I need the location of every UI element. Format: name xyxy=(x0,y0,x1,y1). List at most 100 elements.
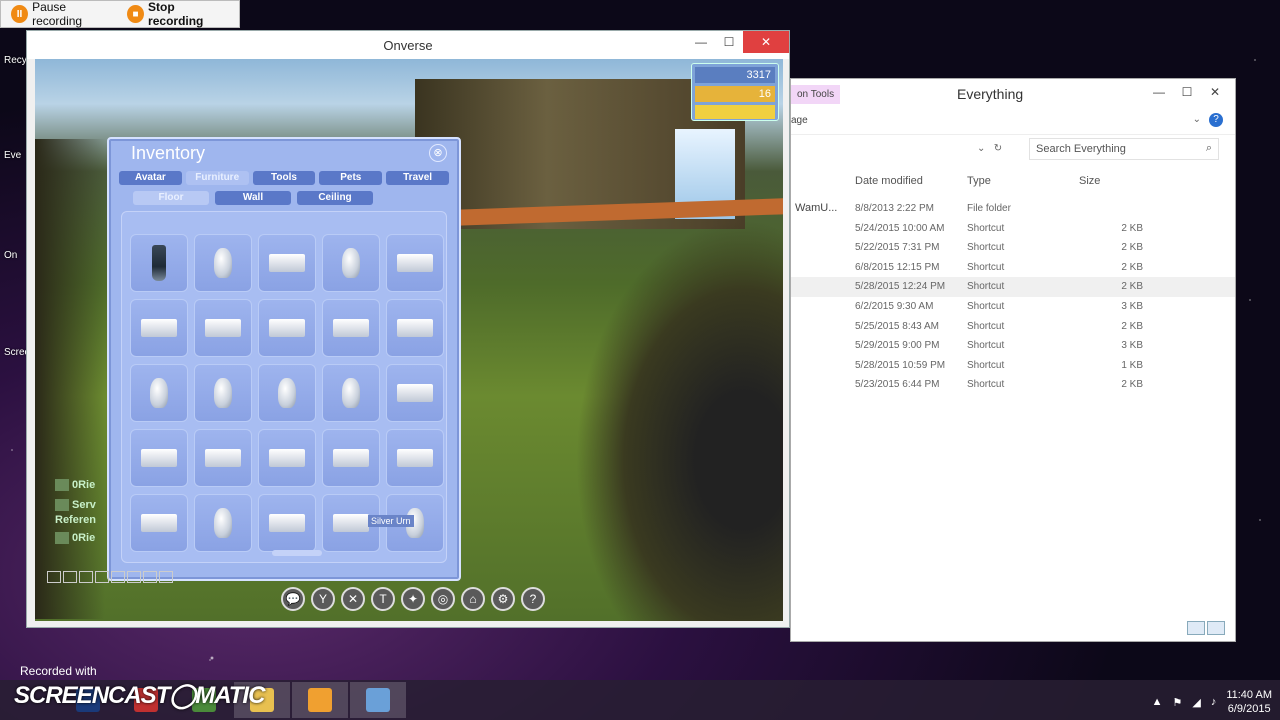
onverse-app[interactable] xyxy=(292,682,348,718)
tool-icon[interactable] xyxy=(143,571,157,583)
chevron-down-icon[interactable]: ⌄ xyxy=(1193,114,1201,125)
column-name-header[interactable] xyxy=(791,175,855,193)
dance-icon[interactable]: ✦ xyxy=(401,587,425,611)
inventory-slot[interactable] xyxy=(194,364,252,422)
tool-icon[interactable] xyxy=(63,571,77,583)
tool-icon[interactable] xyxy=(127,571,141,583)
file-row[interactable]: 5/24/2015 10:00 AM Shortcut 2 KB xyxy=(791,219,1235,239)
maximize-button[interactable]: ☐ xyxy=(715,31,743,53)
file-row[interactable]: 5/22/2015 7:31 PM Shortcut 2 KB xyxy=(791,238,1235,258)
flag-icon[interactable]: ⚑ xyxy=(1172,696,1182,709)
stop-recording-button[interactable]: ■ Stop recording xyxy=(123,0,233,30)
file-row[interactable]: 5/28/2015 12:24 PM Shortcut 2 KB xyxy=(791,277,1235,297)
chevron-up-icon[interactable]: ▲ xyxy=(1152,696,1163,708)
file-row[interactable]: 5/29/2015 9:00 PM Shortcut 3 KB xyxy=(791,336,1235,356)
inventory-slot[interactable] xyxy=(258,429,316,487)
inventory-slot[interactable] xyxy=(258,234,316,292)
inventory-slot[interactable] xyxy=(386,234,444,292)
context-tab[interactable]: on Tools xyxy=(791,85,841,104)
chat-line[interactable]: 0Rie xyxy=(55,532,95,545)
chat-line[interactable]: Referen xyxy=(55,514,96,526)
crate-icon xyxy=(269,319,305,337)
tab-furniture[interactable]: Furniture xyxy=(185,171,249,185)
chat-line[interactable]: Serv xyxy=(55,499,96,512)
tool-icon[interactable] xyxy=(79,571,93,583)
file-name xyxy=(791,258,855,278)
shirt-icon[interactable]: T xyxy=(371,587,395,611)
game-viewport[interactable]: 3317 16 Inventory ⊗ Avatar Furniture Tools… xyxy=(35,59,783,621)
tab-travel[interactable]: Travel xyxy=(386,171,449,185)
close-button[interactable]: ✕ xyxy=(743,31,789,53)
chat-icon[interactable]: 💬 xyxy=(281,587,305,611)
help-icon[interactable]: ? xyxy=(521,587,545,611)
file-row[interactable]: WamU... 8/8/2013 2:22 PM File folder xyxy=(791,199,1235,219)
column-date-header[interactable]: Date modified xyxy=(855,175,967,193)
inventory-slot[interactable] xyxy=(130,364,188,422)
minimize-button[interactable]: — xyxy=(687,31,715,53)
pause-recording-button[interactable]: II Pause recording xyxy=(7,0,119,30)
tool-icon[interactable] xyxy=(159,571,173,583)
map-icon[interactable]: ◎ xyxy=(431,587,455,611)
home-icon[interactable]: ⌂ xyxy=(461,587,485,611)
inventory-slot[interactable] xyxy=(130,234,188,292)
inventory-slot[interactable] xyxy=(194,299,252,357)
inventory-slot[interactable] xyxy=(130,299,188,357)
inventory-slot[interactable] xyxy=(386,364,444,422)
inventory-slot[interactable] xyxy=(258,494,316,552)
tab-pets[interactable]: Pets xyxy=(319,171,383,185)
maximize-button[interactable]: ☐ xyxy=(1173,81,1201,103)
desktop-icon-everything[interactable]: Eve xyxy=(4,150,21,161)
inventory-slot[interactable] xyxy=(130,429,188,487)
search-icon[interactable]: ⌕ xyxy=(1206,142,1212,155)
chat-line[interactable]: 0Rie xyxy=(55,479,95,492)
close-icon[interactable]: ✕ xyxy=(341,587,365,611)
desktop-icon-recycle-bin[interactable]: Recy xyxy=(4,55,27,66)
inventory-slot[interactable] xyxy=(194,429,252,487)
details-view-icon[interactable] xyxy=(1187,621,1205,635)
file-row[interactable]: 5/25/2015 8:43 AM Shortcut 2 KB xyxy=(791,317,1235,337)
clock[interactable]: 11:40 AM 6/9/2015 xyxy=(1226,688,1272,716)
file-type: Shortcut xyxy=(967,261,1005,273)
inventory-slot[interactable] xyxy=(194,494,252,552)
everything-app[interactable] xyxy=(350,682,406,718)
subtab-floor[interactable]: Floor xyxy=(133,191,209,205)
tool-icon[interactable] xyxy=(111,571,125,583)
refresh-icon[interactable]: ⌄ ↻ xyxy=(977,143,1002,154)
inventory-slot[interactable] xyxy=(130,494,188,552)
inventory-slot[interactable] xyxy=(194,234,252,292)
thumbnail-view-icon[interactable] xyxy=(1207,621,1225,635)
file-row[interactable]: 5/28/2015 10:59 PM Shortcut 1 KB xyxy=(791,356,1235,376)
inventory-slot[interactable] xyxy=(322,429,380,487)
inventory-slot[interactable] xyxy=(386,429,444,487)
inventory-slot[interactable] xyxy=(322,234,380,292)
inventory-slot[interactable] xyxy=(258,364,316,422)
column-type-header[interactable]: Type xyxy=(967,175,1079,193)
file-row[interactable]: 6/2/2015 9:30 AM Shortcut 3 KB xyxy=(791,297,1235,317)
avatar-icon[interactable]: Y xyxy=(311,587,335,611)
coins-counter: 3317 xyxy=(695,67,775,83)
column-size-header[interactable]: Size xyxy=(1079,175,1149,193)
volume-icon[interactable]: ♪ xyxy=(1211,696,1217,708)
close-button[interactable]: ✕ xyxy=(1201,81,1229,103)
close-icon[interactable]: ⊗ xyxy=(429,144,447,162)
chat-icon xyxy=(55,532,69,545)
desktop-icon-onverse[interactable]: On xyxy=(4,250,17,261)
file-row[interactable]: 6/8/2015 12:15 PM Shortcut 2 KB xyxy=(791,258,1235,278)
minimize-button[interactable]: — xyxy=(1145,81,1173,103)
tool-icon[interactable] xyxy=(47,571,61,583)
subtab-ceiling[interactable]: Ceiling xyxy=(297,191,373,205)
settings-icon[interactable]: ⚙ xyxy=(491,587,515,611)
inventory-slot[interactable] xyxy=(322,364,380,422)
tab-tools[interactable]: Tools xyxy=(252,171,316,185)
inventory-slot[interactable] xyxy=(386,299,444,357)
subtab-wall[interactable]: Wall xyxy=(215,191,291,205)
file-row[interactable]: 5/23/2015 6:44 PM Shortcut 2 KB xyxy=(791,375,1235,395)
help-icon[interactable]: ? xyxy=(1209,113,1223,127)
search-input[interactable]: Search Everything ⌕ xyxy=(1029,138,1219,160)
inventory-slot[interactable] xyxy=(322,299,380,357)
network-icon[interactable]: ◢ xyxy=(1192,696,1200,709)
tab-avatar[interactable]: Avatar xyxy=(119,171,182,185)
inventory-slot[interactable] xyxy=(258,299,316,357)
tool-icon[interactable] xyxy=(95,571,109,583)
scroll-indicator[interactable] xyxy=(272,550,322,556)
